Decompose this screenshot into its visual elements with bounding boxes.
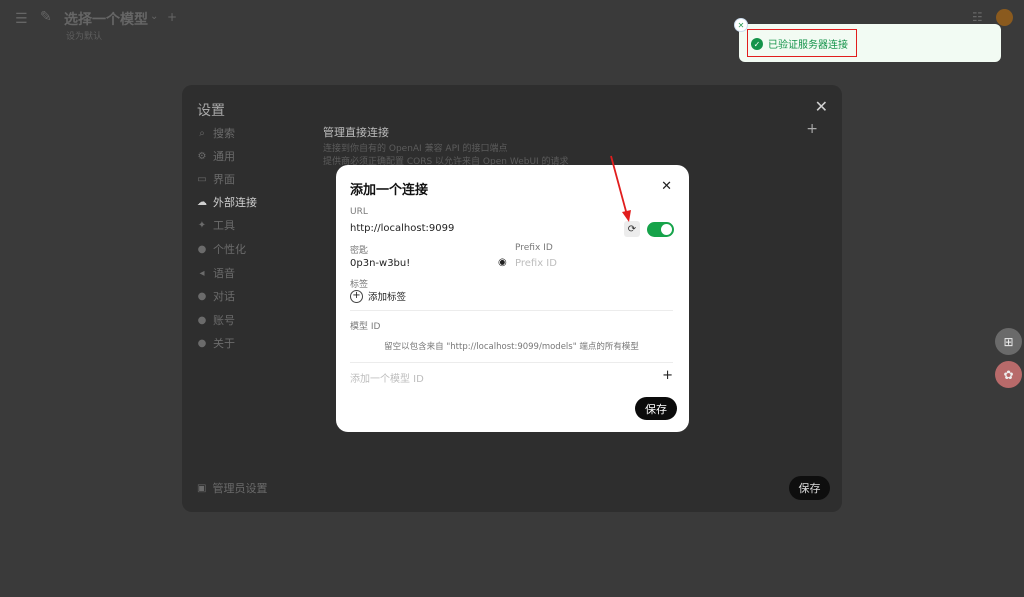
admin-icon: ▣	[197, 482, 207, 494]
monitor-icon: ▭	[197, 173, 207, 185]
save-button[interactable]: 保存	[635, 397, 677, 420]
sidebar-item-about[interactable]: ● 关于	[197, 335, 235, 351]
modal-title: 添加一个连接	[350, 183, 429, 198]
translate-icon[interactable]: ✿	[995, 361, 1022, 388]
model-hint: 留空以包含来自 "http://localhost:9099/models" 端…	[384, 342, 639, 352]
add-tag-button[interactable]: + 添加标签	[350, 289, 406, 303]
gear-icon: ⚙	[197, 150, 207, 162]
model-selector[interactable]: 选择一个模型	[64, 9, 148, 29]
add-model-icon[interactable]: +	[167, 10, 177, 24]
search-icon: ⌕	[199, 127, 205, 139]
url-label: URL	[350, 207, 368, 217]
plus-circle-icon: +	[350, 289, 363, 303]
avatar[interactable]	[996, 9, 1013, 26]
new-chat-icon[interactable]: ✎	[40, 9, 52, 25]
sidebar-item-audio[interactable]: ◂ 语音	[197, 265, 235, 281]
sidebar-item-search[interactable]: ⌕ 搜索	[197, 125, 235, 141]
check-circle-icon: ✓	[751, 38, 763, 50]
url-input[interactable]: http://localhost:9099	[350, 223, 454, 234]
cloud-icon: ☁	[197, 196, 207, 208]
close-icon[interactable]: ✕	[661, 179, 672, 194]
toast-notification: ✕ ✓ 已验证服务器连接	[734, 18, 1001, 62]
settings-title: 设置	[197, 103, 225, 119]
prefix-input[interactable]: Prefix ID	[515, 258, 557, 269]
chat-icon: ●	[197, 290, 207, 302]
sidebar-item-personalization[interactable]: ● 个性化	[197, 241, 246, 257]
refresh-icon[interactable]: ⟳	[624, 221, 640, 237]
model-id-label: 模型 ID	[350, 322, 381, 332]
user-icon: ●	[197, 243, 207, 255]
apps-icon[interactable]: ⊞	[995, 328, 1022, 355]
admin-settings-link[interactable]: ▣ 管理员设置	[197, 480, 267, 496]
info-icon: ●	[197, 337, 207, 349]
menu-icon[interactable]: ☰	[15, 11, 28, 27]
sidebar-item-chats[interactable]: ● 对话	[197, 288, 235, 304]
section-title: 管理直接连接	[323, 126, 389, 139]
toast-message: 已验证服务器连接	[768, 40, 848, 51]
wrench-icon: ✦	[197, 219, 207, 231]
add-connection-icon[interactable]: +	[806, 121, 818, 137]
key-input[interactable]: 0p3n-w3bu!	[350, 258, 410, 269]
sidebar-item-account[interactable]: ● 账号	[197, 312, 235, 328]
divider	[350, 362, 673, 363]
set-default-link[interactable]: 设为默认	[66, 29, 102, 42]
account-icon: ●	[197, 314, 207, 326]
speaker-icon: ◂	[199, 267, 205, 279]
close-icon[interactable]: ✕	[815, 97, 828, 116]
divider	[350, 310, 673, 311]
settings-save-button[interactable]: 保存	[789, 476, 830, 500]
sidebar-item-tools[interactable]: ✦ 工具	[197, 217, 235, 233]
add-model-icon[interactable]: +	[662, 368, 673, 383]
enable-toggle[interactable]	[647, 222, 674, 237]
chevron-down-icon[interactable]: ⌄	[150, 11, 158, 22]
controls-icon[interactable]: ☷	[972, 10, 983, 24]
close-icon[interactable]: ✕	[734, 18, 748, 32]
sidebar-item-interface[interactable]: ▭ 界面	[197, 171, 235, 187]
eye-slash-icon[interactable]: ◉	[498, 257, 507, 268]
sidebar-item-general[interactable]: ⚙ 通用	[197, 148, 235, 164]
add-model-input[interactable]: 添加一个模型 ID	[350, 370, 424, 385]
add-connection-modal: 添加一个连接 ✕ URL http://localhost:9099 ⟳ 密匙 …	[336, 165, 689, 432]
sidebar-item-connections[interactable]: ☁ 外部连接	[197, 194, 257, 210]
prefix-label: Prefix ID	[515, 243, 553, 253]
key-label: 密匙	[350, 246, 369, 256]
